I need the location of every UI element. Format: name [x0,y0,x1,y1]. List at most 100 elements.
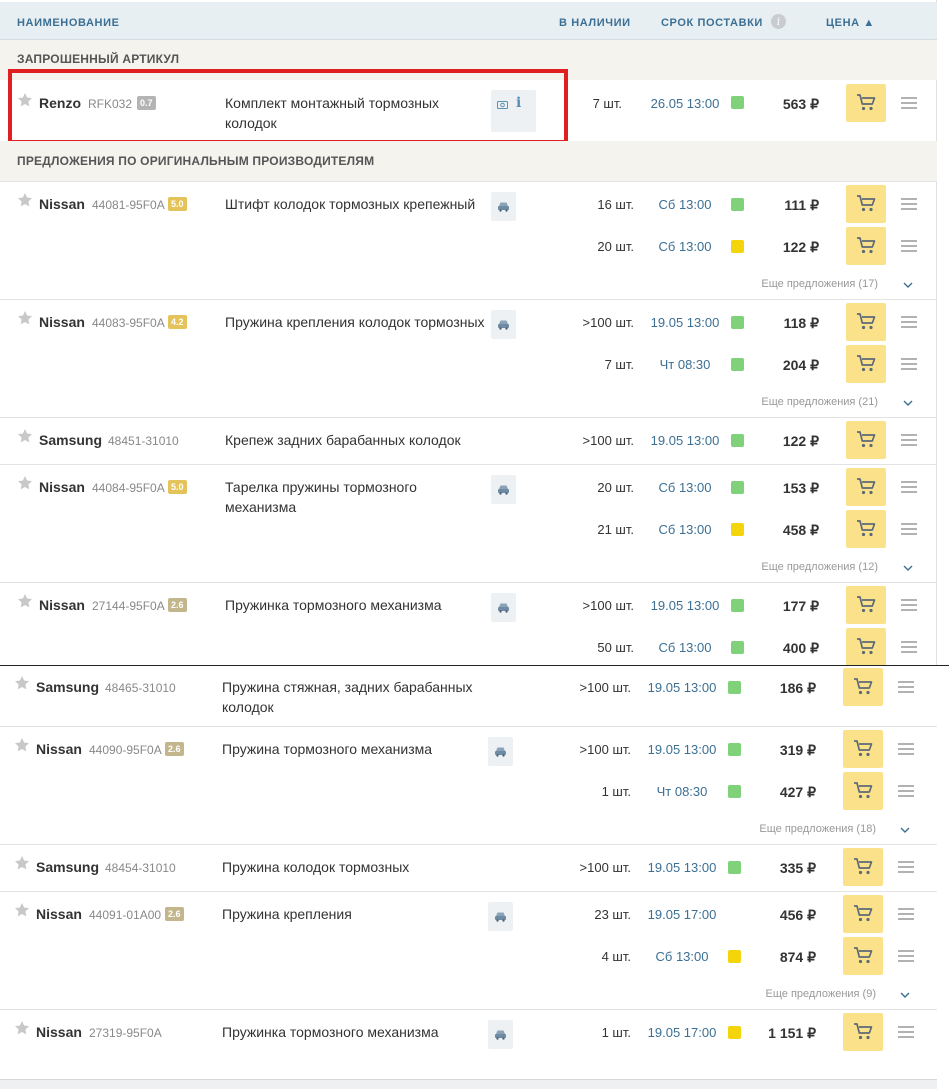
menu-icon[interactable] [898,950,914,962]
add-to-cart-button[interactable] [846,345,886,383]
article-code[interactable]: 48454-31010 [105,861,176,875]
menu-icon[interactable] [901,358,917,370]
menu-icon[interactable] [898,908,914,920]
brand-name[interactable]: Samsung [36,859,99,875]
price: 874 ₽ [779,949,816,965]
menu-icon[interactable] [901,481,917,493]
menu-icon[interactable] [898,861,914,873]
stock-qty: >100 шт. [579,860,631,875]
article-code[interactable]: 27319-95F0A [89,1026,162,1040]
more-offers-link[interactable]: Еще предложения (9) [766,988,877,1000]
article-code[interactable]: 44091-01A00 [89,908,161,922]
brand-name[interactable]: Nissan [39,597,85,613]
add-to-cart-button[interactable] [843,730,883,768]
brand-name[interactable]: Nissan [39,196,85,212]
stock-qty: >100 шт. [582,598,634,613]
add-to-cart-button[interactable] [846,303,886,341]
star-icon[interactable] [14,675,30,691]
more-offers-link[interactable]: Еще предложения (17) [761,278,878,290]
star-icon[interactable] [17,475,33,491]
add-to-cart-button[interactable] [846,185,886,223]
brand-name[interactable]: Nissan [36,906,82,922]
article-code[interactable]: 48451-31010 [108,434,179,448]
chevron-down-icon[interactable] [903,400,913,406]
add-to-cart-button[interactable] [843,895,883,933]
car-icon[interactable] [491,593,516,622]
brand-name[interactable]: Samsung [39,432,102,448]
car-icon[interactable] [491,475,516,504]
add-to-cart-button[interactable] [846,510,886,548]
price: 153 ₽ [782,480,819,496]
add-to-cart-button[interactable] [846,84,886,122]
column-stock[interactable]: В НАЛИЧИИ [559,17,631,29]
article-code[interactable]: 44090-95F0A [89,743,162,757]
car-icon[interactable] [491,192,516,221]
star-icon[interactable] [14,902,30,918]
article-code[interactable]: 27144-95F0A [92,599,165,613]
chevron-down-icon[interactable] [903,565,913,571]
add-to-cart-button[interactable] [843,1013,883,1051]
item-description: Пружина крепления колодок тормозных [225,314,485,330]
chevron-down-icon[interactable] [903,282,913,288]
add-to-cart-button[interactable] [846,421,886,459]
brand-name[interactable]: Nissan [39,314,85,330]
car-icon [495,1030,506,1040]
menu-icon[interactable] [901,599,917,611]
car-icon[interactable] [488,1020,513,1049]
column-price-sort[interactable]: ЦЕНА ▲ [826,17,875,29]
add-to-cart-button[interactable] [846,628,886,666]
car-icon[interactable] [488,902,513,931]
star-icon[interactable] [14,737,30,753]
brand-name[interactable]: Nissan [36,1024,82,1040]
menu-icon[interactable] [898,681,914,693]
article-code[interactable]: 48465-31010 [105,681,176,695]
stock-qty: 7 шт. [604,357,634,372]
more-offers-link[interactable]: Еще предложения (21) [761,396,878,408]
more-offers-link[interactable]: Еще предложения (18) [759,823,876,835]
brand-name[interactable]: Nissan [39,479,85,495]
add-to-cart-button[interactable] [843,937,883,975]
availability-status [731,481,744,494]
add-to-cart-button[interactable] [843,668,883,706]
cart-icon [854,905,873,922]
cart-icon [857,478,876,495]
article-code[interactable]: 44081-95F0A [92,198,165,212]
star-icon[interactable] [14,855,30,871]
menu-icon[interactable] [898,743,914,755]
menu-icon[interactable] [901,641,917,653]
star-icon[interactable] [17,593,33,609]
column-name[interactable]: НАИМЕНОВАНИЕ [17,17,120,29]
star-icon[interactable] [17,428,33,444]
item-description: Крепеж задних барабанных колодок [225,432,461,448]
delivery-date: Чт 08:30 [659,357,711,372]
menu-icon[interactable] [901,198,917,210]
menu-icon[interactable] [901,97,917,109]
menu-icon[interactable] [901,316,917,328]
add-to-cart-button[interactable] [846,227,886,265]
menu-icon[interactable] [898,1026,914,1038]
brand-name[interactable]: Nissan [36,741,82,757]
menu-icon[interactable] [901,240,917,252]
more-offers-link[interactable]: Еще предложения (12) [761,561,878,573]
star-icon[interactable] [17,310,33,326]
availability-status [728,743,741,756]
brand-name[interactable]: Samsung [36,679,99,695]
chevron-down-icon[interactable] [900,827,910,833]
menu-icon[interactable] [901,434,917,446]
rating-badge: 4.2 [168,315,187,329]
car-icon[interactable] [491,310,516,339]
add-to-cart-button[interactable] [843,848,883,886]
column-delivery[interactable]: СРОК ПОСТАВКИ [661,17,763,29]
star-icon[interactable] [17,192,33,208]
car-icon[interactable] [488,737,513,766]
article-code[interactable]: 44083-95F0A [92,316,165,330]
star-icon[interactable] [14,1020,30,1036]
article-code[interactable]: 44084-95F0A [92,481,165,495]
info-icon[interactable]: i [771,14,786,29]
add-to-cart-button[interactable] [843,772,883,810]
menu-icon[interactable] [901,523,917,535]
add-to-cart-button[interactable] [846,468,886,506]
add-to-cart-button[interactable] [846,586,886,624]
chevron-down-icon[interactable] [900,992,910,998]
menu-icon[interactable] [898,785,914,797]
